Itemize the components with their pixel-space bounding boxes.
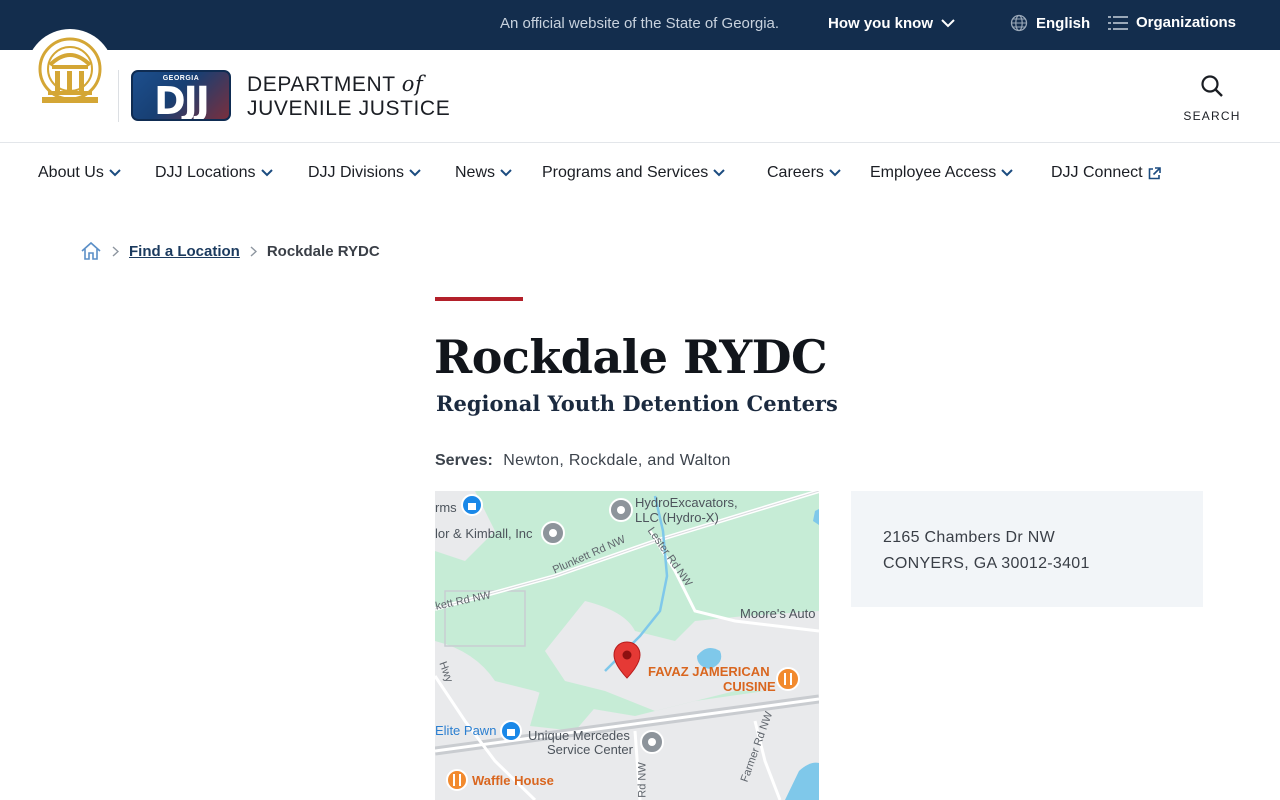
dept-of: of: [401, 72, 424, 96]
nav-label: DJJ Connect: [1051, 164, 1143, 181]
map-label: Waffle House: [472, 773, 554, 788]
map-label: rms: [435, 500, 457, 515]
official-site-banner: An official website of the State of Geor…: [0, 0, 1280, 50]
chevron-down-icon: [260, 169, 273, 177]
map-label: Unique Mercedes: [528, 728, 630, 743]
nav-label: Programs and Services: [542, 164, 709, 181]
map-label: HydroExcavators,: [635, 495, 738, 510]
chevron-down-icon: [941, 19, 955, 28]
globe-icon: [1010, 14, 1028, 32]
nav-about-us[interactable]: About Us: [38, 164, 121, 182]
external-link-icon: [1148, 166, 1161, 179]
chevron-down-icon: [409, 169, 421, 177]
dept-line1: DEPARTMENT: [247, 73, 396, 96]
language-label: English: [1036, 14, 1091, 32]
department-name[interactable]: DEPARTMENT of JUVENILE JUSTICE: [247, 72, 450, 121]
serves-row: Serves: Newton, Rockdale, and Walton: [435, 452, 731, 470]
chevron-right-icon: [250, 245, 257, 257]
serves-value: Newton, Rockdale, and Walton: [503, 452, 731, 469]
page-subtitle: Regional Youth Detention Centers: [436, 391, 838, 416]
organizations-label: Organizations: [1136, 14, 1237, 31]
georgia-seal-icon: [38, 37, 102, 103]
map-label: FAVAZ JAMERICAN: [648, 664, 770, 679]
nav-label: DJJ Locations: [155, 164, 256, 181]
georgia-seal-link[interactable]: [27, 30, 113, 116]
place-pin-icon: [640, 730, 664, 754]
home-icon[interactable]: [80, 241, 102, 261]
chevron-down-icon: [109, 169, 121, 177]
nav-label: Employee Access: [870, 164, 997, 181]
map-road-label: Rd NW: [636, 762, 649, 798]
map-label: Moore's Auto: [740, 606, 816, 621]
nav-news[interactable]: News: [455, 164, 512, 182]
address-line1: 2165 Chambers Dr NW: [883, 529, 1055, 546]
breadcrumb: Find a Location Rockdale RYDC: [80, 241, 380, 261]
nav-label: News: [455, 164, 496, 181]
chevron-down-icon: [1001, 169, 1013, 177]
map-label: CUISINE: [723, 679, 776, 694]
main-navigation: About Us DJJ Locations DJJ Divisions New…: [0, 143, 1280, 205]
official-site-text: An official website of the State of Geor…: [500, 15, 780, 32]
how-you-know-toggle[interactable]: How you know: [828, 15, 955, 32]
shopping-pin-icon: [500, 720, 522, 742]
nav-employee-access[interactable]: Employee Access: [870, 164, 1013, 182]
chevron-right-icon: [112, 245, 119, 257]
location-map[interactable]: rms HydroExcavators, LLC (Hydro-X) lor &…: [435, 491, 819, 800]
restaurant-pin-icon: [776, 667, 800, 691]
search-icon: [1201, 75, 1223, 97]
restaurant-pin-icon: [446, 769, 468, 791]
search-button[interactable]: SEARCH: [1180, 74, 1244, 123]
address-line2: CONYERS, GA 30012-3401: [883, 555, 1090, 572]
chevron-down-icon: [500, 169, 512, 177]
chevron-down-icon: [713, 169, 726, 177]
chevron-down-icon: [829, 169, 841, 177]
map-label: LLC (Hydro-X): [635, 510, 719, 525]
place-pin-icon: [609, 498, 633, 522]
nav-label: DJJ Divisions: [308, 164, 405, 181]
map-label: Service Center: [547, 742, 633, 757]
place-pin-icon: [541, 521, 565, 545]
title-accent-bar: [435, 297, 523, 301]
page-title: Rockdale RYDC: [434, 330, 828, 384]
map-label: lor & Kimball, Inc: [435, 526, 533, 541]
search-label: SEARCH: [1183, 109, 1241, 123]
how-you-know-label: How you know: [828, 15, 933, 32]
nav-label: Careers: [767, 164, 824, 181]
site-header: GEORGIA DJJ DEPARTMENT of JUVENILE JUSTI…: [0, 30, 1280, 143]
address-card: 2165 Chambers Dr NW CONYERS, GA 30012-34…: [851, 491, 1203, 607]
nav-djj-locations[interactable]: DJJ Locations: [155, 164, 273, 182]
serves-label: Serves:: [435, 452, 493, 469]
nav-djj-connect[interactable]: DJJ Connect: [1051, 164, 1161, 182]
list-icon: [1108, 15, 1128, 30]
nav-label: About Us: [38, 164, 104, 181]
organizations-menu[interactable]: Organizations: [1108, 14, 1236, 31]
map-label: Elite Pawn: [435, 723, 497, 738]
shopping-pin-icon: [461, 494, 483, 516]
nav-djj-divisions[interactable]: DJJ Divisions: [308, 164, 421, 182]
language-selector[interactable]: English: [1010, 14, 1090, 32]
header-divider: [118, 70, 119, 122]
breadcrumb-find-location[interactable]: Find a Location: [129, 243, 240, 260]
djj-logo[interactable]: GEORGIA DJJ: [131, 70, 231, 121]
map-pin-icon[interactable]: [613, 641, 641, 679]
dept-line2: JUVENILE JUSTICE: [247, 97, 451, 120]
djj-logo-text: DJJ: [154, 79, 210, 121]
breadcrumb-current: Rockdale RYDC: [266, 242, 380, 260]
nav-careers[interactable]: Careers: [767, 164, 841, 182]
nav-programs-and-services[interactable]: Programs and Services: [542, 164, 726, 182]
